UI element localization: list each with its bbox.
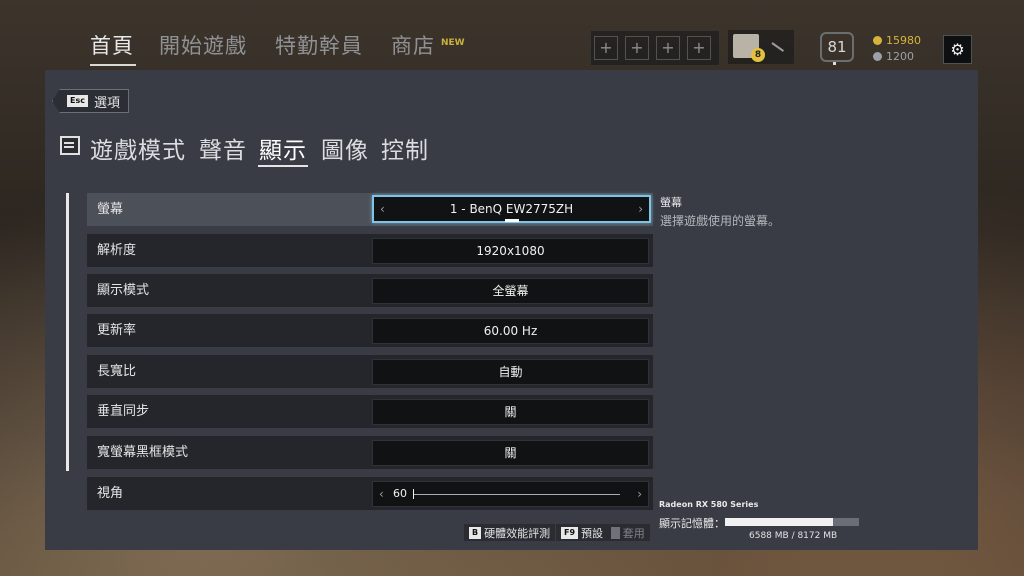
setting-row-fov[interactable]: 視角 ‹ 60 › <box>87 477 653 510</box>
tab-display[interactable]: 顯示 <box>259 131 307 165</box>
r6-credits-icon <box>873 36 882 45</box>
renown-value: 1200 <box>886 50 914 63</box>
setting-label: 長寬比 <box>97 364 137 379</box>
chevron-left-icon[interactable]: ‹ <box>380 197 385 221</box>
chevron-right-icon[interactable]: › <box>638 197 643 221</box>
setting-label: 顯示模式 <box>97 283 150 298</box>
setting-label: 螢幕 <box>97 202 124 217</box>
display-mode-selector[interactable]: 全螢幕 <box>372 278 649 304</box>
apply-label: 套用 <box>622 526 645 540</box>
setting-value: 1920x1080 <box>476 244 545 258</box>
vram-label: 顯示記憶體： <box>659 517 725 530</box>
tab-audio[interactable]: 聲音 <box>199 131 247 165</box>
setting-row-refresh-rate[interactable]: 更新率 60.00 Hz <box>87 314 653 347</box>
apply-key-icon <box>611 526 620 539</box>
setting-value: 自動 <box>498 365 523 379</box>
monitor-selector[interactable]: ‹ 1 - BenQ EW2775ZH › <box>372 195 651 223</box>
slider-value: 60 <box>393 487 407 500</box>
gear-icon: ⚙ <box>950 40 965 59</box>
vram-usage-bar <box>725 518 859 526</box>
help-description: 選擇遊戲使用的螢幕。 <box>660 214 781 228</box>
gpu-name: Radeon RX 580 Series <box>659 500 759 509</box>
setting-value: 全螢幕 <box>492 284 529 298</box>
back-button-label: 選項 <box>93 95 120 111</box>
setting-row-monitor[interactable]: 螢幕 ‹ 1 - BenQ EW2775ZH › <box>87 193 653 226</box>
setting-label: 更新率 <box>97 323 137 338</box>
vram-usage-text: 6588 MB / 8172 MB <box>749 531 838 541</box>
chevron-right-icon[interactable]: › <box>637 482 642 506</box>
setting-value: 60.00 Hz <box>483 324 538 338</box>
fov-slider[interactable]: ‹ 60 › <box>372 481 649 507</box>
nav-home[interactable]: 首頁 <box>90 30 134 60</box>
tab-controls[interactable]: 控制 <box>381 131 429 165</box>
setting-row-resolution[interactable]: 解析度 1920x1080 <box>87 234 653 267</box>
nav-operators[interactable]: 特勤幹員 <box>275 30 363 60</box>
nav-active-indicator <box>90 64 136 66</box>
player-level-badge: 81 <box>820 32 854 62</box>
new-badge: NEW <box>441 38 465 48</box>
vsync-selector[interactable]: 關 <box>372 399 649 425</box>
defaults-button[interactable]: F9 預設 <box>556 524 609 541</box>
back-button[interactable]: Esc 選項 <box>52 89 129 113</box>
esc-key-icon: Esc <box>67 95 88 107</box>
menu-icon <box>60 136 80 155</box>
letterbox-selector[interactable]: 關 <box>372 440 649 466</box>
level-indicator-dot <box>833 62 836 65</box>
tab-active-indicator <box>258 165 308 167</box>
scrollbar[interactable] <box>66 193 69 471</box>
setting-value: 關 <box>504 446 517 460</box>
slider-track[interactable] <box>413 494 620 495</box>
setting-label: 寬螢幕黑框模式 <box>97 445 189 460</box>
add-squad-slot-3[interactable]: + <box>656 36 680 60</box>
resolution-selector[interactable]: 1920x1080 <box>372 238 649 264</box>
setting-row-display-mode[interactable]: 顯示模式 全螢幕 <box>87 274 653 307</box>
setting-row-letterbox[interactable]: 寬螢幕黑框模式 關 <box>87 436 653 469</box>
vram-usage-fill <box>725 518 833 526</box>
setting-label: 視角 <box>97 486 124 501</box>
renown: 1200 <box>873 50 914 63</box>
renown-icon <box>873 52 882 61</box>
top-navigation: 首頁 開始遊戲 特勤幹員 商店 NEW + + + + 8 81 15980 1… <box>0 0 1024 70</box>
benchmark-label: 硬體效能評測 <box>484 526 551 540</box>
settings-button[interactable]: ⚙ <box>943 35 972 64</box>
setting-label: 垂直同步 <box>97 404 150 419</box>
refresh-rate-selector[interactable]: 60.00 Hz <box>372 318 649 344</box>
tab-game-mode[interactable]: 遊戲模式 <box>90 131 186 165</box>
setting-value: 1 - BenQ EW2775ZH <box>449 202 574 216</box>
add-squad-slot-1[interactable]: + <box>594 36 618 60</box>
defaults-label: 預設 <box>581 526 604 540</box>
nav-shop[interactable]: 商店 <box>391 30 435 60</box>
b-key-icon: B <box>469 526 482 539</box>
setting-row-vsync[interactable]: 垂直同步 關 <box>87 395 653 428</box>
help-title: 螢幕 <box>660 196 682 209</box>
add-squad-slot-4[interactable]: + <box>687 36 711 60</box>
selection-marker <box>504 219 519 222</box>
chevron-left-icon[interactable]: ‹ <box>379 482 384 506</box>
setting-row-aspect-ratio[interactable]: 長寬比 自動 <box>87 355 653 388</box>
aspect-ratio-selector[interactable]: 自動 <box>372 359 649 385</box>
add-squad-slot-2[interactable]: + <box>625 36 649 60</box>
setting-label: 解析度 <box>97 243 137 258</box>
tab-graphics[interactable]: 圖像 <box>321 131 369 165</box>
nav-play[interactable]: 開始遊戲 <box>159 30 247 60</box>
f9-key-icon: F9 <box>561 526 579 539</box>
setting-value: 關 <box>504 405 517 419</box>
avatar-badge-icon: 8 <box>751 48 765 62</box>
r6-credits-value: 15980 <box>886 34 921 47</box>
apply-button[interactable]: 套用 <box>606 524 650 541</box>
slider-handle[interactable] <box>413 489 414 499</box>
benchmark-button[interactable]: B 硬體效能評測 <box>464 524 556 541</box>
r6-credits: 15980 <box>873 34 921 47</box>
